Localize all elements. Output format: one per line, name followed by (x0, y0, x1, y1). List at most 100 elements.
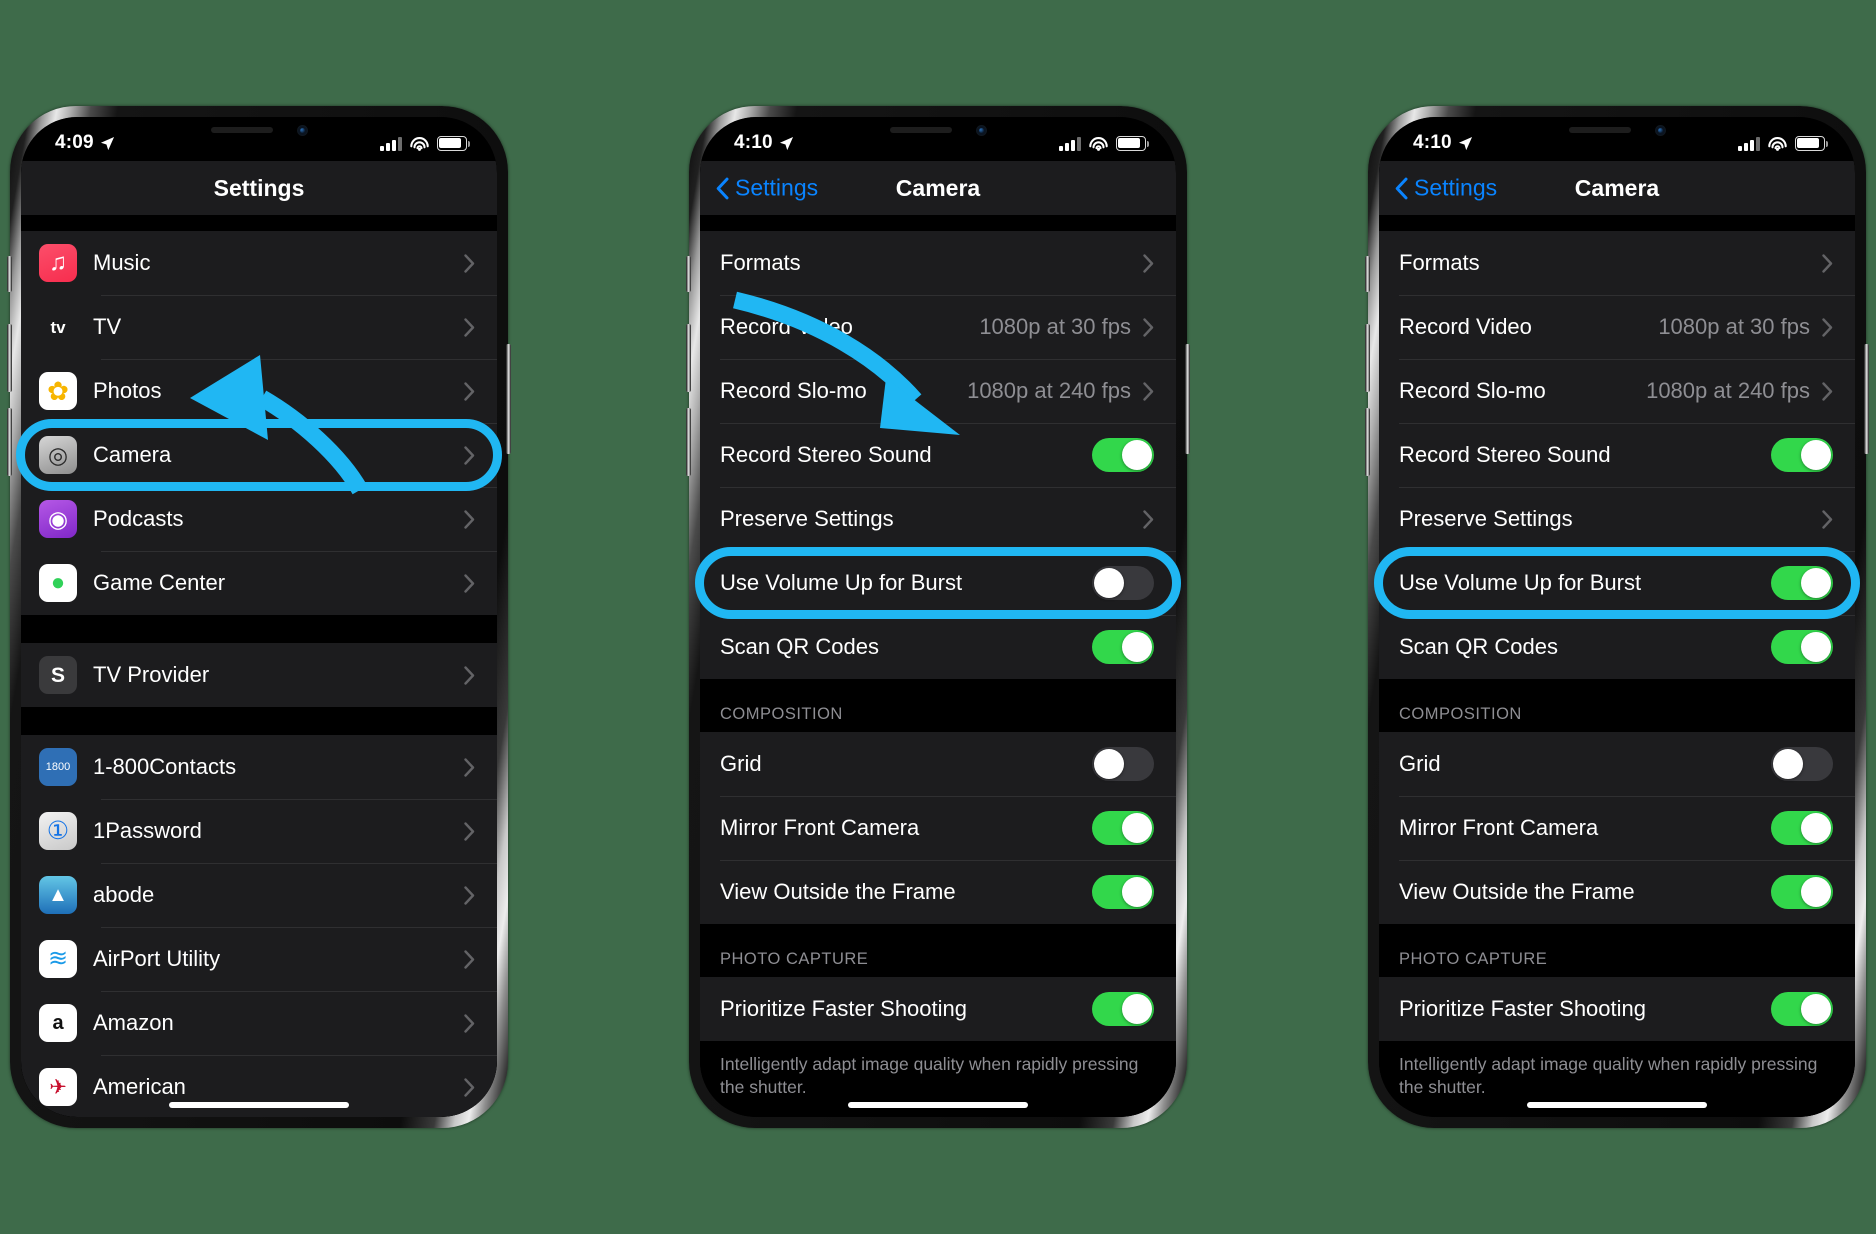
settings-row[interactable]: Grid (700, 732, 1176, 796)
toggle-switch[interactable] (1771, 811, 1833, 845)
settings-row-label: Scan QR Codes (1399, 634, 1558, 659)
settings-row[interactable]: Record Stereo Sound (1379, 423, 1855, 487)
camera-app-icon: ◎ (39, 436, 77, 474)
settings-row[interactable]: Prioritize Faster Shooting (1379, 977, 1855, 1041)
toggle-knob (1773, 749, 1803, 779)
settings-row[interactable]: 1800 1-800Contacts (21, 735, 497, 799)
toggle-switch[interactable] (1092, 992, 1154, 1026)
toggle-switch[interactable] (1092, 747, 1154, 781)
toggle-switch[interactable] (1771, 747, 1833, 781)
settings-row[interactable]: Formats (700, 231, 1176, 295)
settings-scroll-view[interactable]: ♫ Music tv TV ✿ Photos ◎ Camera ◉ Podcasts ● Game C… (21, 215, 497, 1117)
settings-row-label: Camera (93, 442, 172, 467)
chevron-right-icon (464, 253, 475, 273)
status-time: 4:10 (1413, 132, 1452, 153)
settings-row-value: 1080p at 240 fps (967, 378, 1131, 403)
settings-row[interactable]: Scan QR Codes (700, 615, 1176, 679)
settings-row-label: Grid (720, 751, 762, 776)
settings-row-value: 1080p at 240 fps (1646, 378, 1810, 403)
settings-row[interactable]: ♫ Music (21, 231, 497, 295)
chevron-right-icon (464, 885, 475, 905)
side-power-button[interactable] (506, 344, 511, 454)
settings-row[interactable]: Grid (1379, 732, 1855, 796)
settings-row-highlighted[interactable]: ◎ Camera (21, 423, 497, 487)
chevron-right-icon (1143, 317, 1154, 337)
settings-row-label: Music (93, 250, 151, 275)
settings-row[interactable]: Formats (1379, 231, 1855, 295)
side-power-button[interactable] (1864, 344, 1869, 454)
side-power-button[interactable] (1185, 344, 1190, 454)
toggle-knob (1801, 632, 1831, 662)
volume-down-button[interactable] (1365, 408, 1370, 476)
volume-up-button[interactable] (686, 324, 691, 392)
settings-row[interactable]: ① 1Password (21, 799, 497, 863)
phone-screen: Formats Record Video 1080p at 30 fps Record… (700, 117, 1176, 1117)
toggle-switch[interactable] (1771, 566, 1833, 600)
back-button[interactable]: Settings (1395, 175, 1497, 202)
settings-row[interactable]: Scan QR Codes (1379, 615, 1855, 679)
toggle-switch[interactable] (1771, 992, 1833, 1026)
settings-row[interactable]: Prioritize Faster Shooting (700, 977, 1176, 1041)
back-button[interactable]: Settings (716, 175, 818, 202)
settings-scroll-view[interactable]: Formats Record Video 1080p at 30 fps Record… (1379, 215, 1855, 1117)
volume-up-button[interactable] (7, 324, 12, 392)
toggle-switch[interactable] (1092, 630, 1154, 664)
settings-row-label: 1Password (93, 818, 202, 843)
chevron-right-icon (464, 821, 475, 841)
settings-row[interactable]: ≋ AirPort Utility (21, 927, 497, 991)
settings-row[interactable]: View Outside the Frame (1379, 860, 1855, 924)
chevron-right-icon (1822, 317, 1833, 337)
chevron-right-icon (1822, 509, 1833, 529)
chevron-right-icon (464, 445, 475, 465)
settings-row-label: View Outside the Frame (1399, 879, 1635, 904)
navigation-bar: Settings Camera (1379, 161, 1855, 215)
toggle-knob (1122, 632, 1152, 662)
settings-row[interactable]: tv TV (21, 295, 497, 359)
silent-switch[interactable] (7, 256, 12, 292)
toggle-switch[interactable] (1771, 438, 1833, 472)
settings-scroll-view[interactable]: Formats Record Video 1080p at 30 fps Record… (700, 215, 1176, 1117)
toggle-switch[interactable] (1092, 875, 1154, 909)
volume-down-button[interactable] (686, 408, 691, 476)
silent-switch[interactable] (1365, 256, 1370, 292)
toggle-switch[interactable] (1092, 438, 1154, 472)
settings-row[interactable]: ◉ Podcasts (21, 487, 497, 551)
settings-row-highlighted[interactable]: Use Volume Up for Burst (700, 551, 1176, 615)
settings-row[interactable]: Record Video 1080p at 30 fps (1379, 295, 1855, 359)
home-indicator[interactable] (169, 1102, 349, 1108)
game-center-app-icon: ● (39, 564, 77, 602)
status-time: 4:10 (734, 132, 773, 153)
volume-down-button[interactable] (7, 408, 12, 476)
settings-row[interactable]: a Amazon (21, 991, 497, 1055)
silent-switch[interactable] (686, 256, 691, 292)
page-title: Settings (213, 174, 305, 201)
settings-row[interactable]: Mirror Front Camera (700, 796, 1176, 860)
settings-row[interactable]: Preserve Settings (700, 487, 1176, 551)
settings-row[interactable]: Preserve Settings (1379, 487, 1855, 551)
toggle-switch[interactable] (1092, 566, 1154, 600)
settings-row[interactable]: Record Stereo Sound (700, 423, 1176, 487)
amazon-app-icon: a (39, 1004, 77, 1042)
home-indicator[interactable] (1527, 1102, 1707, 1108)
back-button-label: Settings (1414, 174, 1498, 201)
settings-row[interactable]: S TV Provider (21, 643, 497, 707)
home-indicator[interactable] (848, 1102, 1028, 1108)
volume-up-button[interactable] (1365, 324, 1370, 392)
settings-row[interactable]: Record Slo-mo 1080p at 240 fps (700, 359, 1176, 423)
settings-row[interactable]: ▲ abode (21, 863, 497, 927)
settings-row-highlighted[interactable]: Use Volume Up for Burst (1379, 551, 1855, 615)
status-bar-left: 4:10 (1413, 132, 1473, 154)
settings-row[interactable]: Record Video 1080p at 30 fps (700, 295, 1176, 359)
toggle-switch[interactable] (1771, 630, 1833, 664)
battery-icon (437, 135, 471, 151)
settings-row[interactable]: ● Game Center (21, 551, 497, 615)
toggle-knob (1801, 813, 1831, 843)
section-spacer (21, 615, 497, 643)
settings-row[interactable]: Record Slo-mo 1080p at 240 fps (1379, 359, 1855, 423)
settings-row[interactable]: Mirror Front Camera (1379, 796, 1855, 860)
toggle-switch[interactable] (1771, 875, 1833, 909)
chevron-right-icon (464, 1077, 475, 1097)
settings-row[interactable]: ✿ Photos (21, 359, 497, 423)
toggle-switch[interactable] (1092, 811, 1154, 845)
settings-row[interactable]: View Outside the Frame (700, 860, 1176, 924)
